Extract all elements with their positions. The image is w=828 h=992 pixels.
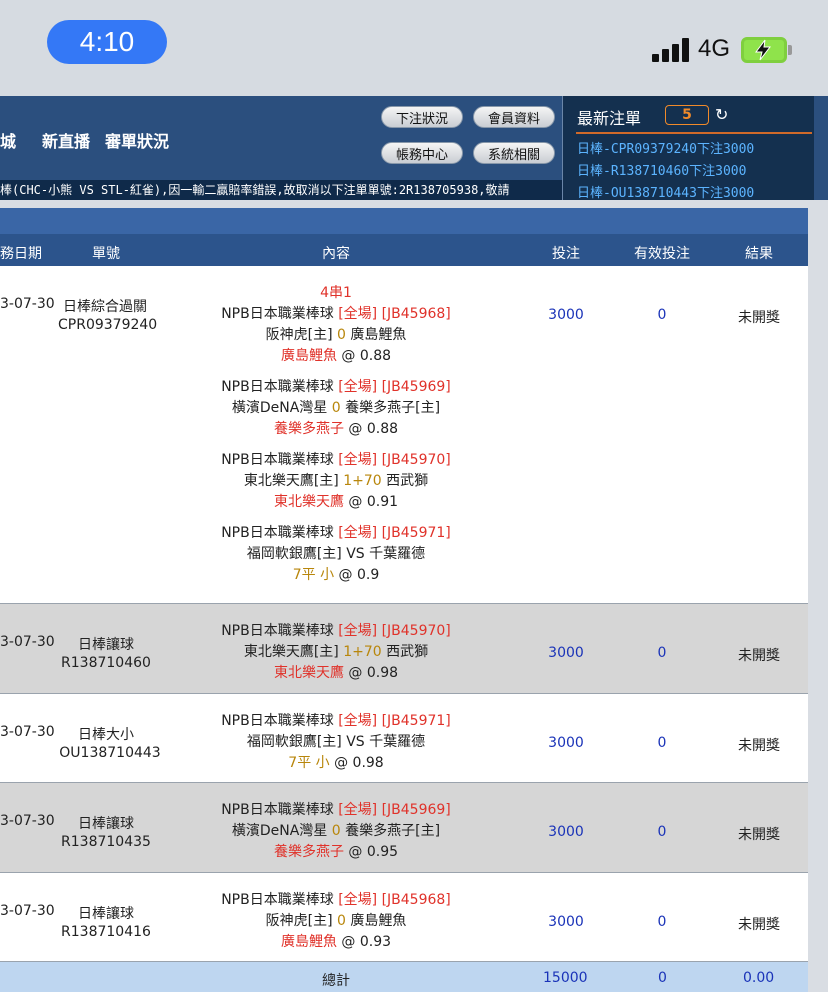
row-type: 日棒讓球 — [78, 816, 134, 832]
row-result: 未開獎 — [738, 310, 780, 326]
row-type: 日棒讓球 — [78, 637, 134, 653]
row-stake: 3000 — [548, 735, 584, 751]
game-block: NPB日本職業棒球 [全場] [JB45971] 福岡軟銀鷹[主] VS 千葉羅… — [221, 525, 451, 583]
row-content: 4串1 NPB日本職業棒球 [全場] [JB45968] 阪神虎[主] 0 廣島… — [196, 283, 476, 596]
row-result: 未開獎 — [738, 738, 780, 754]
row-valid-stake: 0 — [657, 824, 667, 840]
account-center-button[interactable]: 帳務中心 — [381, 142, 463, 164]
bet-status-button[interactable]: 下注狀況 — [381, 106, 463, 128]
parlay-label: 4串1 — [320, 285, 352, 301]
total-result: 0.00 — [743, 970, 775, 986]
row-content: NPB日本職業棒球 [全場] [JB45970] 東北樂天鷹[主] 1+70 西… — [221, 623, 451, 681]
col-date: 務日期 — [0, 246, 42, 262]
refresh-icon[interactable]: ↻ — [715, 105, 728, 124]
signal-icon — [652, 38, 692, 62]
game-block: NPB日本職業棒球 [全場] [JB45970] 東北樂天鷹[主] 1+70 西… — [221, 452, 451, 510]
row-type: 日棒大小 — [78, 727, 134, 743]
table-title-bar — [0, 208, 808, 234]
latest-bet-item[interactable]: 日棒-R138710460下注3000 — [577, 160, 746, 179]
spacer — [0, 200, 828, 208]
row-bet-id: CPR09379240 — [58, 317, 158, 333]
row-stake: 3000 — [548, 824, 584, 840]
col-content: 內容 — [322, 246, 350, 262]
table-row: 3-07-30 日棒綜合過關 CPR09379240 4串1 NPB日本職業棒球… — [0, 266, 808, 604]
latest-bets-count: 5 — [665, 105, 709, 125]
row-content: NPB日本職業棒球 [全場] [JB45971] 福岡軟銀鷹[主] VS 千葉羅… — [221, 713, 451, 771]
table-header: 務日期 單號 內容 投注 有效投注 結果 — [0, 234, 808, 266]
row-bet-id: R138710416 — [61, 924, 151, 940]
status-bar: 4:10 4G — [0, 0, 828, 96]
divider — [576, 132, 812, 134]
col-stake: 投注 — [552, 246, 580, 262]
row-result: 未開獎 — [738, 917, 780, 933]
page-edge — [808, 208, 828, 992]
table-total-row: 總計 15000 0 0.00 — [0, 962, 808, 992]
network-type: 4G — [698, 35, 731, 62]
row-type: 日棒讓球 — [78, 906, 134, 922]
nav-item-mall[interactable]: 城 — [0, 128, 16, 152]
latest-bets-title: 最新注單 — [577, 109, 642, 128]
row-valid-stake: 0 — [657, 914, 667, 930]
row-stake: 3000 — [548, 645, 584, 661]
row-bet-id: R138710435 — [61, 834, 151, 850]
row-bet-id: OU138710443 — [59, 745, 161, 761]
row-stake: 3000 — [548, 914, 584, 930]
row-bet-id: R138710460 — [61, 655, 151, 671]
total-valid-stake: 0 — [658, 970, 667, 986]
row-type: 日棒綜合過關 — [63, 299, 147, 315]
row-valid-stake: 0 — [657, 307, 667, 323]
battery-charging-icon — [741, 37, 792, 63]
row-valid-stake: 0 — [657, 645, 667, 661]
row-result: 未開獎 — [738, 648, 780, 664]
latest-bets-panel: 最新注單 5 ↻ 日棒-CPR09379240下注3000 日棒-R138710… — [562, 96, 814, 201]
announcement-ticker: 棒(CHC-小熊 VS STL-紅雀),因一輸二贏賠率錯誤,故取消以下注單單號:… — [0, 180, 562, 200]
nav-item-review-status[interactable]: 審單狀況 — [105, 128, 169, 152]
status-time: 4:10 — [47, 20, 167, 64]
col-bet-id: 單號 — [92, 246, 120, 262]
latest-bet-item[interactable]: 日棒-CPR09379240下注3000 — [577, 138, 754, 157]
nav-item-live[interactable]: 新直播 — [42, 128, 90, 152]
row-stake: 3000 — [548, 307, 584, 323]
col-result: 結果 — [745, 246, 773, 262]
row-content: NPB日本職業棒球 [全場] [JB45969] 橫濱DeNA灣星 0 養樂多燕… — [221, 802, 451, 860]
row-valid-stake: 0 — [657, 735, 667, 751]
game-block: NPB日本職業棒球 [全場] [JB45969] 橫濱DeNA灣星 0 養樂多燕… — [221, 379, 451, 437]
table-row: 3-07-30 日棒讓球 R138710435 NPB日本職業棒球 [全場] [… — [0, 783, 808, 873]
table-row: 3-07-30 日棒讓球 R138710460 NPB日本職業棒球 [全場] [… — [0, 604, 808, 694]
table-row: 3-07-30 日棒讓球 R138710416 NPB日本職業棒球 [全場] [… — [0, 873, 808, 962]
game-block: NPB日本職業棒球 [全場] [JB45968] 阪神虎[主] 0 廣島鯉魚 廣… — [221, 306, 451, 364]
member-info-button[interactable]: 會員資料 — [473, 106, 555, 128]
total-label: 總計 — [322, 973, 350, 989]
col-valid-stake: 有效投注 — [634, 246, 690, 262]
total-stake: 15000 — [543, 970, 588, 986]
row-content: NPB日本職業棒球 [全場] [JB45968] 阪神虎[主] 0 廣島鯉魚 廣… — [221, 892, 451, 950]
system-button[interactable]: 系統相關 — [473, 142, 555, 164]
latest-bet-item[interactable]: 日棒-OU138710443下注3000 — [577, 182, 754, 201]
table-row: 3-07-30 日棒大小 OU138710443 NPB日本職業棒球 [全場] … — [0, 694, 808, 783]
row-date: 3-07-30 — [0, 296, 55, 312]
row-result: 未開獎 — [738, 827, 780, 843]
